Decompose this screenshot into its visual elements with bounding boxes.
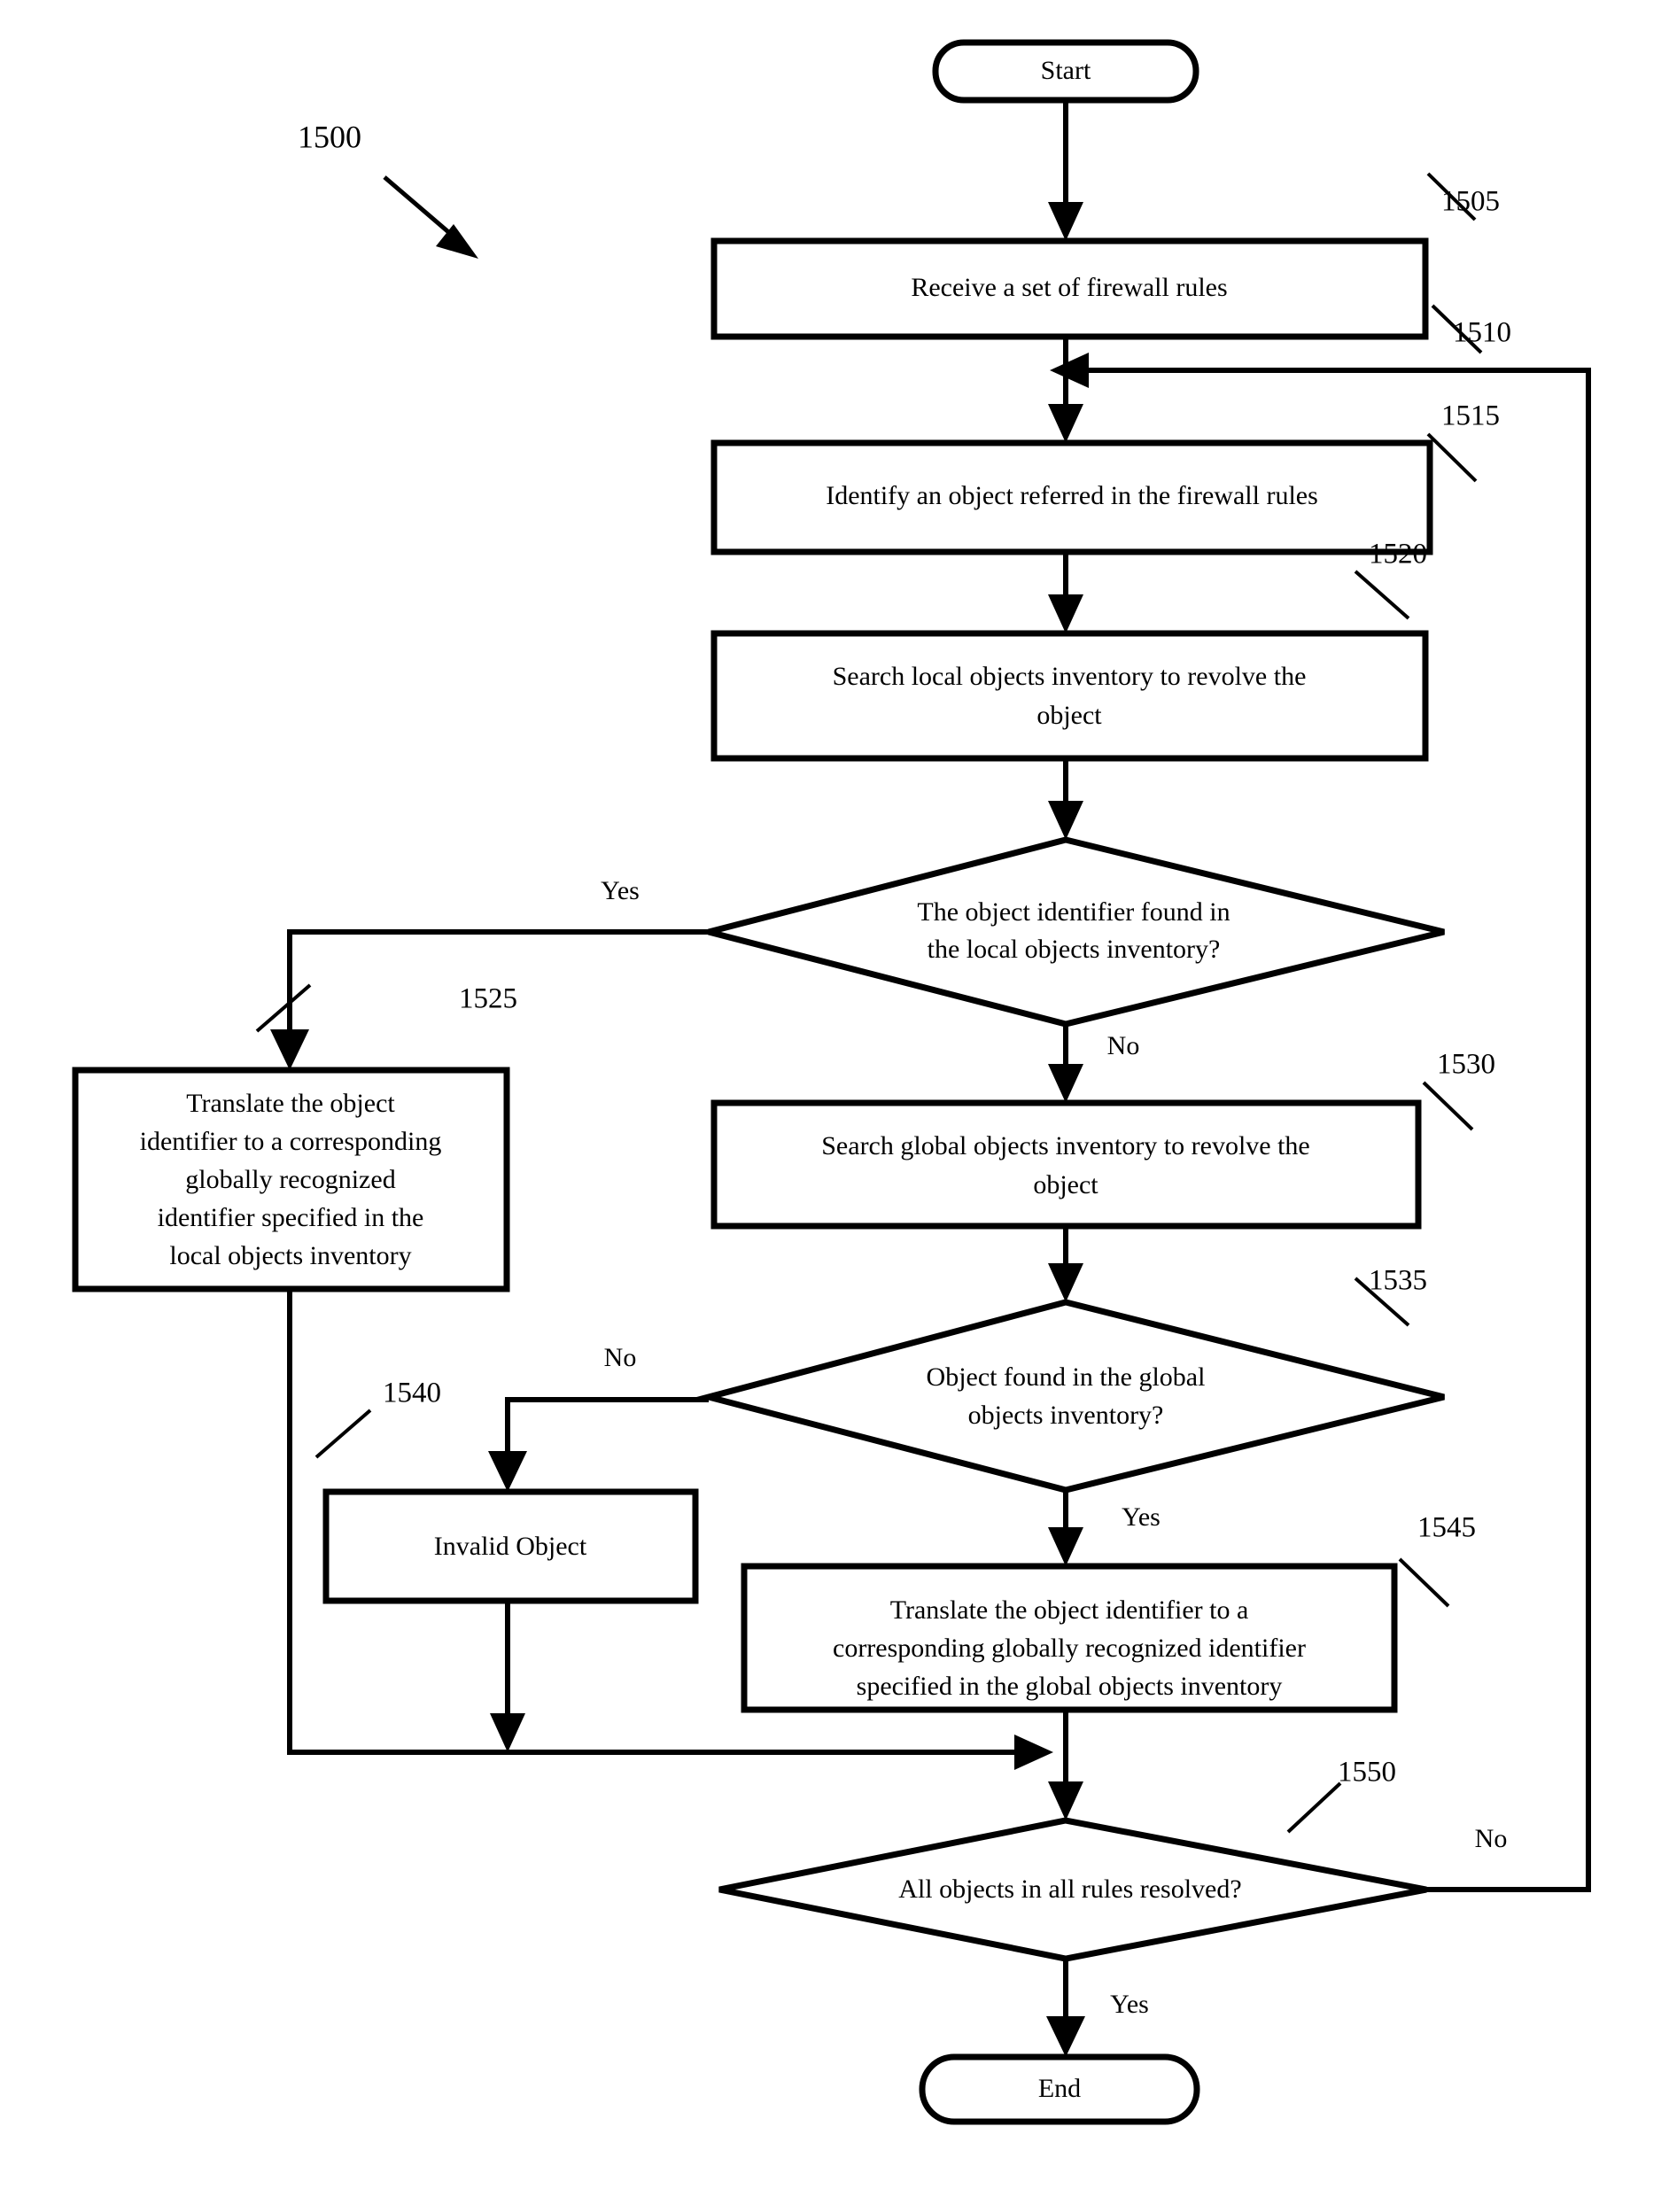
node-end[interactable]: End: [919, 2053, 1200, 2125]
node-translate-local[interactable]: Translate the object identifier to a cor…: [72, 983, 517, 1292]
translate-global-line1: Translate the object identifier to a: [890, 1595, 1249, 1625]
receive-rules-label: Receive a set of firewall rules: [911, 273, 1227, 302]
arrowhead-decisionglobal-yes: [1048, 1527, 1083, 1566]
decision-local-label-line2: the local objects inventory?: [928, 935, 1221, 964]
arrowhead-searchlocal-to-decisionlocal: [1048, 801, 1083, 840]
translate-local-line2: identifier to a corresponding: [140, 1127, 442, 1156]
decision-all-resolved-label: All objects in all rules resolved?: [898, 1874, 1241, 1904]
leader-1545: [1398, 1557, 1450, 1608]
figure-number-group: 1500: [298, 119, 478, 259]
ref-1505: 1505: [1441, 186, 1500, 218]
node-search-global[interactable]: Search global objects inventory to revol…: [710, 1049, 1495, 1230]
translate-local-line1: Translate the object: [186, 1089, 395, 1118]
leader-1530: [1422, 1081, 1474, 1131]
arrowhead-decisionglobal-no: [488, 1451, 527, 1492]
edge-label-global-yes: Yes: [1122, 1502, 1161, 1532]
leader-1550: [1286, 1781, 1342, 1834]
node-translate-global[interactable]: Translate the object identifier to a cor…: [741, 1512, 1476, 1713]
translate-local-line5: local objects inventory: [169, 1241, 411, 1270]
figure-number: 1500: [298, 119, 361, 154]
arrowhead-start-to-receive: [1048, 202, 1083, 241]
decision-global-shape: [696, 1299, 1445, 1494]
ref-1535: 1535: [1369, 1265, 1427, 1297]
search-global-shape: [710, 1099, 1422, 1230]
edge-label-local-no: No: [1107, 1031, 1140, 1060]
leader-1525: [255, 983, 312, 1033]
ref-1510: 1510: [1453, 317, 1511, 349]
translate-local-line3: globally recognized: [185, 1165, 395, 1194]
ref-1525: 1525: [459, 983, 517, 1015]
search-local-label-line1: Search local objects inventory to revolv…: [833, 662, 1307, 691]
ref-1530: 1530: [1437, 1049, 1495, 1081]
decision-global-line1: Object found in the global: [927, 1362, 1206, 1392]
ref-1545: 1545: [1417, 1512, 1476, 1544]
flowchart-figure: 1500 Start Receive a set of firewall rul…: [0, 0, 1669, 2212]
invalid-object-label: Invalid Object: [434, 1532, 587, 1561]
edge-label-resolved-no: No: [1475, 1824, 1508, 1853]
leader-1520: [1354, 570, 1410, 620]
edge-label-global-no: No: [604, 1343, 637, 1372]
arrowhead-decisionlocal-no: [1048, 1064, 1083, 1103]
search-local-shape: [710, 630, 1429, 762]
search-global-line1: Search global objects inventory to revol…: [821, 1131, 1310, 1160]
search-local-label-line2: object: [1036, 701, 1102, 730]
start-label: Start: [1041, 56, 1091, 85]
decision-local-shape: [708, 836, 1445, 1028]
flowchart-canvas: 1500 Start Receive a set of firewall rul…: [72, 39, 1591, 2125]
edge-label-local-yes: Yes: [601, 876, 640, 905]
search-global-line2: object: [1033, 1170, 1098, 1199]
end-label: End: [1038, 2074, 1081, 2103]
arrowhead-identify-to-searchlocal: [1048, 594, 1083, 633]
translate-global-line2: corresponding globally recognized identi…: [833, 1634, 1306, 1663]
arrowhead-searchglobal-to-decisionglobal: [1048, 1263, 1083, 1302]
leader-1540: [314, 1409, 372, 1459]
ref-1550: 1550: [1338, 1757, 1396, 1789]
arrowhead-invalidobject-down: [490, 1713, 525, 1752]
translate-local-line4: identifier specified in the: [158, 1203, 424, 1232]
arrowhead-translateglobal-to-decisionresolved: [1048, 1781, 1083, 1820]
arrowhead-decisionlocal-yes: [270, 1029, 309, 1070]
figure-pointer-line: [383, 175, 461, 243]
leader-1515: [1426, 432, 1478, 483]
node-start[interactable]: Start: [932, 39, 1199, 104]
arrowhead-receive-to-identify: [1048, 404, 1083, 443]
ref-1520: 1520: [1369, 539, 1427, 570]
edge-decisionglobal-no: [505, 1397, 709, 1471]
node-decision-global[interactable]: Object found in the global objects inven…: [696, 1265, 1445, 1494]
node-receive-rules[interactable]: Receive a set of firewall rules 1505: [710, 186, 1500, 340]
arrowhead-loopback-into-identify: [1050, 353, 1089, 388]
node-decision-local[interactable]: The object identifier found in the local…: [708, 539, 1445, 1028]
ref-1515: 1515: [1441, 400, 1500, 432]
decision-local-label-line1: The object identifier found in: [917, 897, 1230, 927]
node-invalid-object[interactable]: Invalid Object 1540: [322, 1378, 699, 1604]
translate-global-line3: specified in the global objects inventor…: [857, 1672, 1283, 1701]
identify-object-label: Identify an object referred in the firew…: [826, 481, 1318, 510]
node-identify-object[interactable]: Identify an object referred in the firew…: [710, 317, 1511, 555]
ref-1540: 1540: [383, 1378, 441, 1409]
edge-label-resolved-yes: Yes: [1110, 1990, 1149, 2019]
decision-global-line2: objects inventory?: [968, 1401, 1164, 1430]
arrowhead-decisionresolved-yes: [1046, 2016, 1085, 2057]
arrowhead-merge-to-decisionresolved: [1014, 1735, 1053, 1770]
